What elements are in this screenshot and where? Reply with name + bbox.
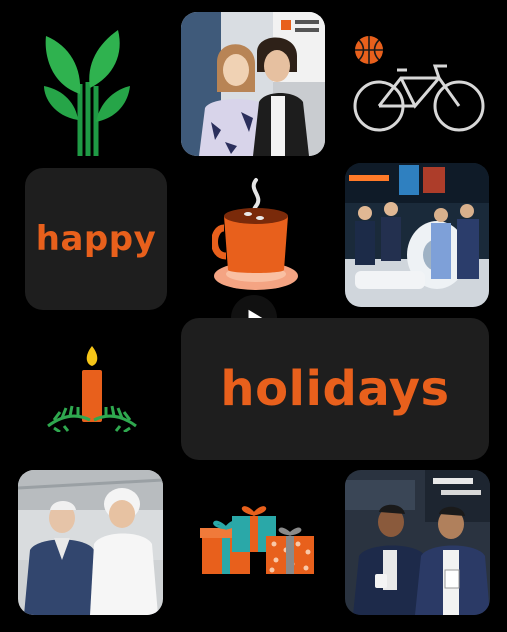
plant-icon bbox=[40, 24, 130, 158]
gift-boxes-icon bbox=[200, 498, 318, 578]
happy-tile: happy bbox=[25, 168, 167, 310]
holidays-label: holidays bbox=[220, 361, 450, 417]
candle-icon bbox=[44, 344, 140, 434]
photo-team-scanner bbox=[345, 163, 489, 307]
bicycle-icon bbox=[353, 60, 485, 136]
holidays-tile: holidays bbox=[181, 318, 489, 460]
happy-label: happy bbox=[35, 219, 157, 259]
photo-two-women-booth bbox=[181, 12, 325, 156]
photo-two-men-expo bbox=[345, 470, 490, 615]
photo-two-men-factory bbox=[18, 470, 163, 615]
coffee-cup-icon bbox=[211, 176, 300, 294]
